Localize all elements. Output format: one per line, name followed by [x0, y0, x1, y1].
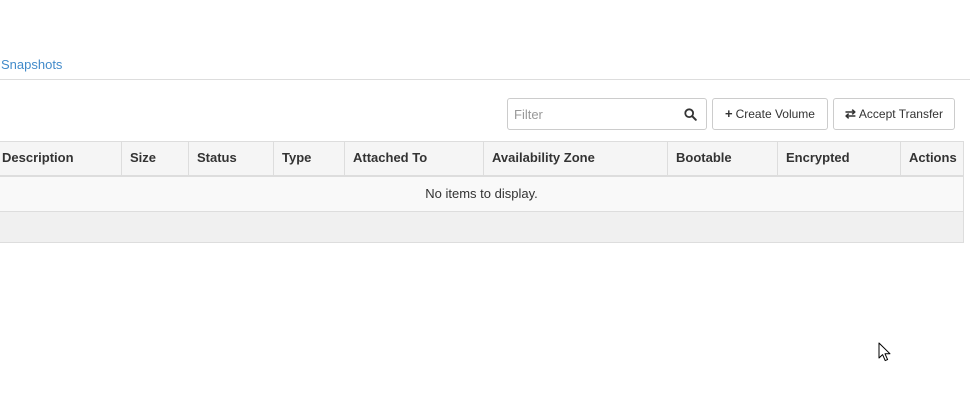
column-header-size[interactable]: Size: [121, 142, 188, 175]
table-footer: [0, 212, 963, 243]
accept-transfer-label: Accept Transfer: [858, 107, 943, 121]
table-header: Description Size Status Type Attached To…: [0, 141, 963, 177]
tab-bar: Snapshots: [0, 54, 970, 80]
empty-message: No items to display.: [425, 186, 538, 201]
create-volume-label: Create Volume: [735, 107, 815, 121]
column-header-description[interactable]: Description: [0, 142, 121, 175]
search-icon: [683, 107, 697, 121]
accept-transfer-button[interactable]: ⇄ Accept Transfer: [833, 98, 955, 130]
column-header-actions: Actions: [900, 142, 964, 175]
transfer-icon: ⇄: [845, 106, 856, 121]
column-header-attached-to[interactable]: Attached To: [344, 142, 483, 175]
column-header-bootable[interactable]: Bootable: [667, 142, 777, 175]
empty-table-row: No items to display.: [0, 177, 963, 212]
filter-input[interactable]: [508, 99, 676, 129]
column-header-type[interactable]: Type: [273, 142, 344, 175]
column-header-encrypted[interactable]: Encrypted: [777, 142, 900, 175]
column-header-status[interactable]: Status: [188, 142, 273, 175]
column-header-availability-zone[interactable]: Availability Zone: [483, 142, 667, 175]
mouse-pointer-icon: [878, 342, 891, 362]
tab-snapshots[interactable]: Snapshots: [1, 57, 62, 72]
create-volume-button[interactable]: + Create Volume: [712, 98, 828, 130]
filter-box: [507, 98, 707, 130]
plus-icon: +: [725, 106, 733, 121]
search-button[interactable]: [674, 99, 706, 129]
volumes-table: Description Size Status Type Attached To…: [0, 141, 964, 243]
